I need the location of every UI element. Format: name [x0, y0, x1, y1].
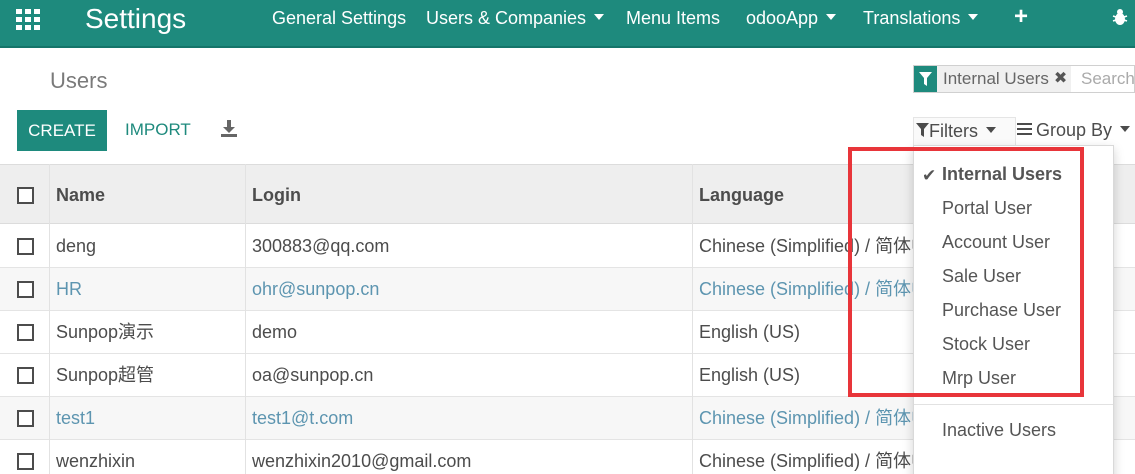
caret-down-icon: [826, 14, 837, 21]
menu-label: Translations: [863, 8, 961, 28]
cell-login: wenzhixin2010@gmail.com: [252, 451, 472, 471]
filter-stock-user[interactable]: Stock User: [942, 333, 1030, 355]
row-checkbox[interactable]: [17, 367, 34, 384]
filter-internal-users[interactable]: Internal Users: [942, 163, 1062, 185]
filters-label: Filters: [929, 121, 978, 141]
row-checkbox[interactable]: [17, 410, 34, 427]
column-divider: [692, 164, 693, 474]
filter-account-user[interactable]: Account User: [942, 231, 1050, 253]
caret-down-icon: [1120, 126, 1131, 133]
row-checkbox[interactable]: [17, 324, 34, 341]
app-title: Settings: [85, 3, 187, 34]
filter-icon: [916, 123, 929, 138]
column-divider: [49, 164, 50, 474]
cell-language: Chinese (Simplified) / 简体中文: [699, 279, 948, 299]
filters-button[interactable]: Filters: [913, 117, 1016, 145]
row-checkbox[interactable]: [17, 238, 34, 255]
menu-label: Menu Items: [626, 8, 721, 28]
cell-language: Chinese (Simplified) / 简体中文: [699, 451, 948, 471]
filter-purchase-user[interactable]: Purchase User: [942, 299, 1061, 321]
plus-icon[interactable]: +: [1014, 5, 1028, 29]
top-navbar: Settings General Settings Users & Compan…: [0, 0, 1135, 48]
row-checkbox[interactable]: [17, 453, 34, 470]
select-all-checkbox[interactable]: [17, 187, 34, 204]
filter-sale-user[interactable]: Sale User: [942, 265, 1021, 287]
search-input[interactable]: [1081, 66, 1135, 92]
cell-name: test1: [56, 408, 96, 428]
cell-name: HR: [56, 279, 82, 299]
menu-divider: [914, 404, 1113, 405]
filter-inactive-users[interactable]: Inactive Users: [942, 419, 1056, 441]
menu-menu-items[interactable]: Menu Items: [626, 7, 720, 29]
column-header-language[interactable]: Language: [699, 165, 784, 225]
cell-login: ohr@sunpop.cn: [252, 279, 380, 299]
search-bar[interactable]: Internal Users ✖: [913, 65, 1135, 93]
download-icon[interactable]: [220, 120, 238, 138]
filter-mrp-user[interactable]: Mrp User: [942, 367, 1016, 389]
column-header-name[interactable]: Name: [56, 165, 105, 225]
cell-language: Chinese (Simplified) / 简体中文: [699, 408, 948, 428]
column-divider: [245, 164, 246, 474]
caret-down-icon: [986, 127, 996, 134]
row-checkbox[interactable]: [17, 281, 34, 298]
filters-dropdown-menu: ✔ Internal Users Portal User Account Use…: [913, 145, 1114, 474]
cell-name: Sunpop演示: [56, 322, 155, 342]
group-by-label: Group By: [1036, 120, 1113, 140]
menu-translations[interactable]: Translations: [863, 7, 979, 29]
search-facet[interactable]: Internal Users ✖: [914, 66, 1072, 92]
import-button[interactable]: IMPORT: [125, 120, 191, 140]
menu-label: Users & Companies: [426, 8, 587, 28]
breadcrumb: Users: [50, 68, 108, 93]
cell-name: Sunpop超管: [56, 365, 155, 385]
cell-login: test1@t.com: [252, 408, 354, 428]
menu-general-settings[interactable]: General Settings: [272, 7, 406, 29]
column-header-login[interactable]: Login: [252, 165, 301, 225]
cell-language: Chinese (Simplified) / 简体中文: [699, 236, 948, 256]
menu-users-companies[interactable]: Users & Companies: [426, 7, 605, 29]
caret-down-icon: [594, 14, 605, 21]
cell-name: deng: [56, 236, 97, 256]
facet-remove-icon[interactable]: ✖: [1054, 66, 1067, 92]
menu-label: odooApp: [746, 8, 819, 28]
apps-grid-icon[interactable]: [16, 9, 42, 30]
filter-portal-user[interactable]: Portal User: [942, 197, 1032, 219]
list-icon: [1017, 123, 1032, 136]
menu-label: General Settings: [272, 8, 407, 28]
check-icon: ✔: [922, 166, 937, 185]
filter-icon: [914, 66, 937, 92]
cell-login: oa@sunpop.cn: [252, 365, 374, 385]
create-button[interactable]: CREATE: [17, 110, 107, 151]
menu-odooapp[interactable]: odooApp: [746, 7, 837, 29]
cell-language: English (US): [699, 365, 801, 385]
caret-down-icon: [968, 14, 979, 21]
cell-name: wenzhixin: [56, 451, 136, 471]
cell-language: English (US): [699, 322, 801, 342]
cell-login: demo: [252, 322, 298, 342]
cell-login: 300883@qq.com: [252, 236, 390, 256]
group-by-button[interactable]: Group By: [1017, 119, 1131, 141]
bug-icon[interactable]: [1112, 8, 1128, 26]
facet-label: Internal Users: [943, 69, 1049, 88]
